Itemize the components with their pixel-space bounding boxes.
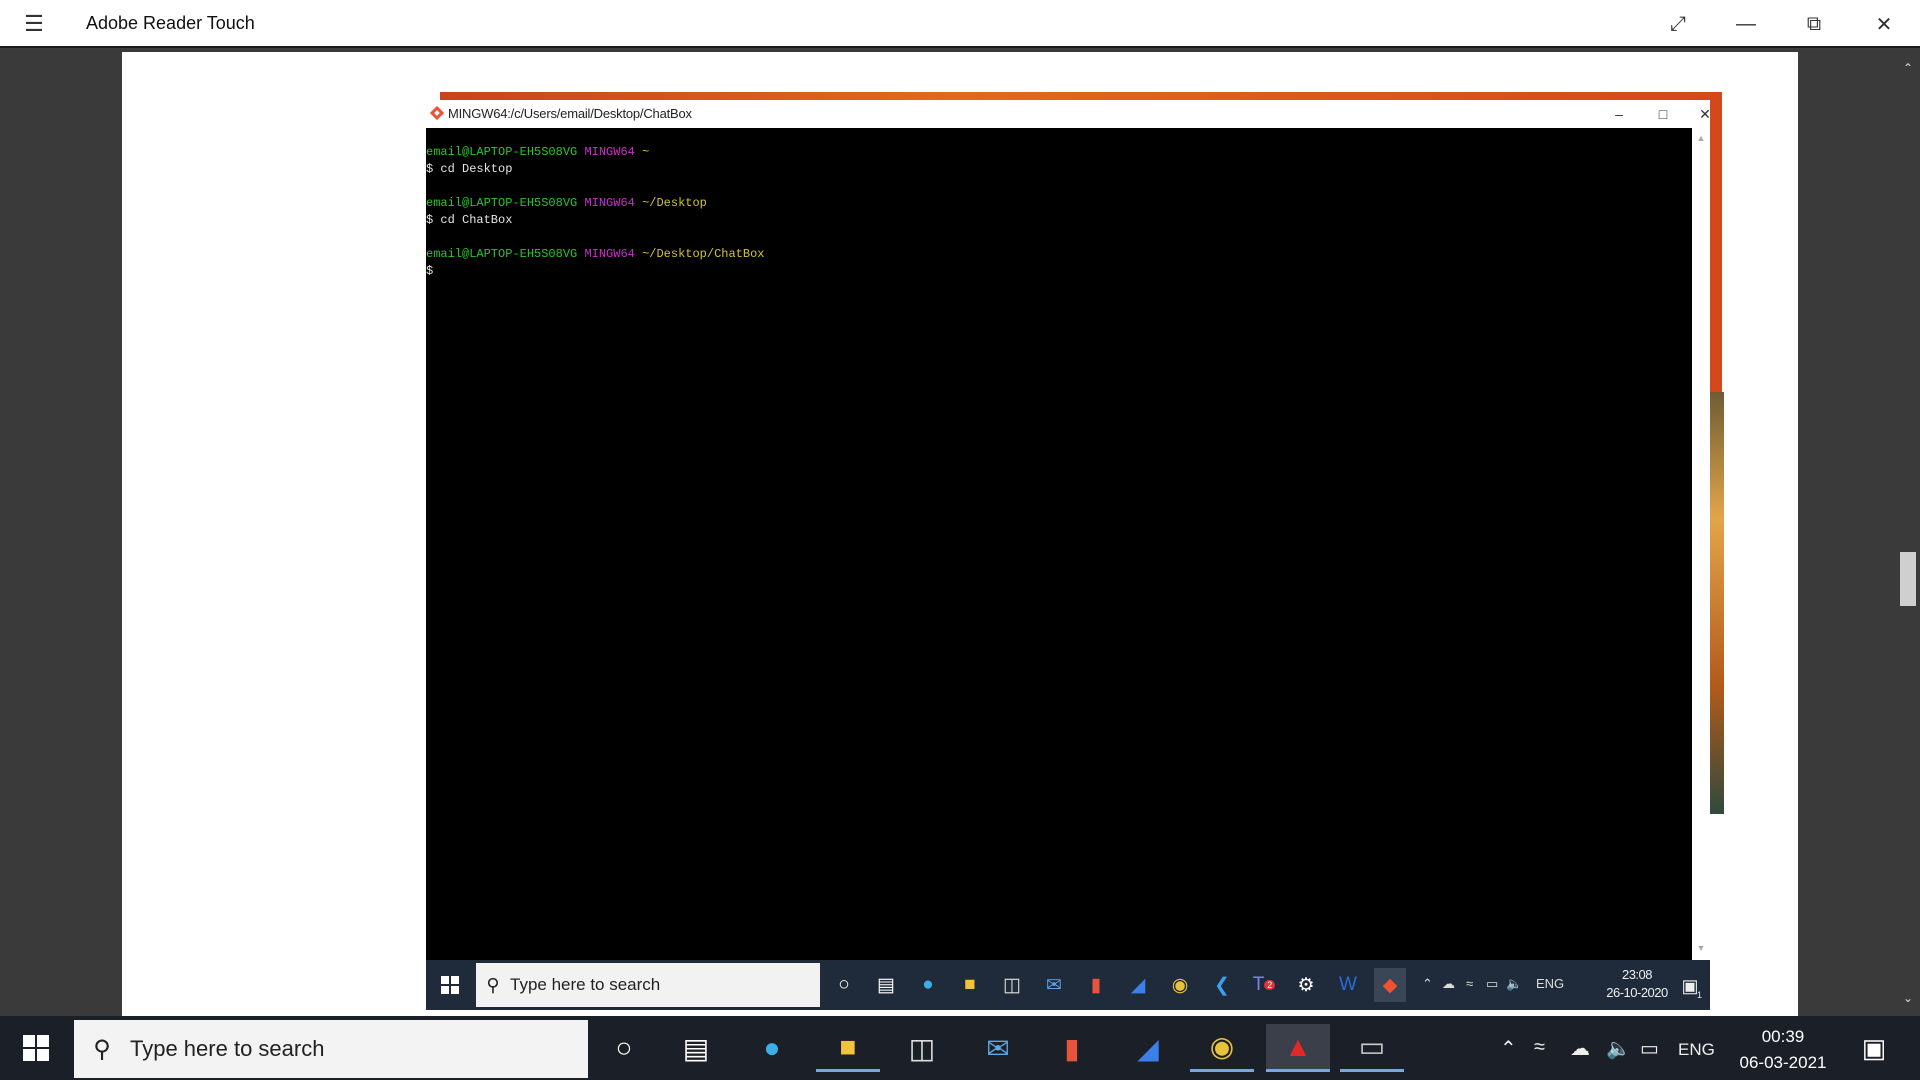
git-bash-window: MINGW64:/c/Users/email/Desktop/ChatBox –… <box>426 100 1711 1058</box>
scroll-up-icon: ▲ <box>1696 133 1706 143</box>
inner-vscode-icon: ❮ <box>1214 974 1230 996</box>
inner-cortana-icon: ○ <box>838 974 850 995</box>
taskbar-search-placeholder: Type here to search <box>130 1036 325 1061</box>
inner-volume-icon: 🔈 <box>1506 976 1523 991</box>
mail-icon[interactable]: ✉ <box>966 1024 1030 1072</box>
task-view-icon[interactable]: ▤ <box>664 1024 728 1072</box>
terminal-prompt-line: email@LAPTOP-EH5S08VG MINGW64 ~/Desktop <box>426 195 1692 212</box>
fullscreen-icon[interactable]: ⤢ <box>1644 0 1712 48</box>
viewer-scroll-up-icon[interactable]: ⌃ <box>1896 58 1920 78</box>
inner-taskbar: ⚲ Type here to search ○ ▤ ● ■ ◫ ✉ ▮ ◢ ◉ … <box>426 960 1710 1010</box>
inner-mail-icon: ✉ <box>1046 974 1062 996</box>
prompt-path: ~/Desktop/ChatBox <box>642 247 765 261</box>
scroll-down-icon: ▼ <box>1696 943 1706 953</box>
inner-tray-chevron-icon: ⌃ <box>1422 976 1433 991</box>
inner-windows-start-icon <box>426 960 474 1010</box>
prompt-path: ~/Desktop <box>642 196 707 210</box>
inner-shark-icon: ◢ <box>1130 974 1146 996</box>
app-titlebar: ☰ Adobe Reader Touch ⤢ — ⧉ ✕ <box>0 0 1920 48</box>
terminal-command-line: $ <box>426 264 434 278</box>
cortana-icon[interactable]: ○ <box>592 1024 656 1072</box>
inner-edge-icon: ● <box>922 974 934 995</box>
inner-notification-icon: ▣ 1 <box>1681 975 1702 1001</box>
inner-task-view-icon: ▤ <box>877 974 895 996</box>
hamburger-icon[interactable]: ☰ <box>14 10 54 38</box>
chrome-icon[interactable]: ◉ <box>1190 1024 1254 1072</box>
language-indicator[interactable]: ENG <box>1678 1040 1715 1060</box>
onedrive-icon[interactable]: ☁ <box>1570 1036 1590 1061</box>
taskbar-date: 06-03-2021 <box>1739 1053 1827 1072</box>
inner-date: 26-10-2020 <box>1606 985 1668 1000</box>
prompt-user: email@LAPTOP-EH5S08VG <box>426 247 578 261</box>
restore-icon[interactable]: ⧉ <box>1780 0 1848 48</box>
inner-settings-icon: ⚙ <box>1297 974 1315 996</box>
inner-notification-count: 1 <box>1696 990 1702 1000</box>
action-center-icon[interactable]: ▣ <box>1852 1030 1896 1066</box>
terminal-command-line: $ cd Desktop <box>426 162 513 176</box>
inner-battery-icon: ▭ <box>1486 976 1499 991</box>
tray-chevron-icon[interactable]: ⌃ <box>1500 1036 1517 1061</box>
inner-onedrive-icon: ☁ <box>1442 976 1455 991</box>
prompt-shell: MINGW64 <box>584 196 635 210</box>
taskbar-search-box[interactable]: ⚲ Type here to search <box>74 1020 588 1078</box>
taskbar-time: 00:39 <box>1761 1027 1805 1046</box>
terminal-command-line: $ cd ChatBox <box>426 213 513 227</box>
document-viewer: MINGW64:/c/Users/email/Desktop/ChatBox –… <box>0 50 1920 1058</box>
microsoft-store-icon[interactable]: ◫ <box>890 1024 954 1072</box>
inner-wifi-icon: ≈ <box>1466 976 1474 991</box>
inner-language: ENG <box>1536 976 1565 991</box>
terminal-prompt-line: email@LAPTOP-EH5S08VG MINGW64 ~/Desktop/… <box>426 246 1692 263</box>
app-title: Adobe Reader Touch <box>86 13 255 33</box>
volume-icon[interactable]: 🔈 <box>1606 1036 1631 1061</box>
search-icon: ⚲ <box>93 1035 111 1063</box>
inner-search-placeholder: Type here to search <box>510 975 661 994</box>
windows-taskbar: ⚲ Type here to search ○ ▤ ● ■ ◫ ✉ ▮ ◢ ◉ … <box>0 1016 1920 1080</box>
windows-start-icon[interactable] <box>0 1016 72 1080</box>
git-maximize-icon: □ <box>1658 106 1668 122</box>
terminal-scrollbar: ▲ ▼ <box>1692 128 1710 960</box>
wifi-icon[interactable]: ≈ <box>1534 1036 1545 1059</box>
inner-teams-icon: T2 <box>1248 968 1280 1002</box>
inner-store-icon: ◫ <box>1003 974 1021 996</box>
git-window-title: MINGW64:/c/Users/email/Desktop/ChatBox <box>448 106 692 121</box>
inner-clock: 23:08 26-10-2020 <box>1594 966 1680 1002</box>
inner-chrome-icon: ◉ <box>1171 974 1189 996</box>
git-minimize-icon: – <box>1615 106 1623 122</box>
inner-word-icon: W <box>1339 974 1357 995</box>
git-logo-icon <box>430 106 444 120</box>
prompt-path: ~ <box>642 145 650 159</box>
office-icon[interactable]: ▮ <box>1040 1024 1104 1072</box>
adobe-reader-icon[interactable]: ▲ <box>1266 1024 1330 1072</box>
viewer-scroll-thumb[interactable] <box>1900 552 1916 606</box>
inner-file-explorer-icon: ■ <box>964 974 976 995</box>
git-close-icon: ✕ <box>1699 105 1711 122</box>
inner-search-box: ⚲ Type here to search <box>476 963 820 1007</box>
terminal-prompt-line: email@LAPTOP-EH5S08VG MINGW64 ~ <box>426 144 1692 161</box>
viewer-scroll-down-icon[interactable]: ⌄ <box>1896 988 1920 1008</box>
inner-git-icon: ◆ <box>1374 968 1406 1002</box>
inner-teams-badge: 2 <box>1264 980 1276 990</box>
taskbar-clock[interactable]: 00:39 06-03-2021 <box>1720 1024 1846 1076</box>
file-explorer-icon[interactable]: ■ <box>816 1024 880 1072</box>
prompt-shell: MINGW64 <box>584 145 635 159</box>
inner-office-icon: ▮ <box>1090 974 1102 996</box>
battery-icon[interactable]: ▭ <box>1640 1036 1659 1061</box>
prompt-user: email@LAPTOP-EH5S08VG <box>426 145 578 159</box>
git-window-titlebar: MINGW64:/c/Users/email/Desktop/ChatBox –… <box>426 100 1711 128</box>
page-artwork-edge <box>1710 392 1724 814</box>
edge-icon[interactable]: ● <box>740 1024 804 1072</box>
close-icon[interactable]: ✕ <box>1850 0 1918 48</box>
pdf-page: MINGW64:/c/Users/email/Desktop/ChatBox –… <box>122 52 1798 1058</box>
terminal-icon[interactable]: ▭ <box>1340 1024 1404 1072</box>
prompt-user: email@LAPTOP-EH5S08VG <box>426 196 578 210</box>
inner-time: 23:08 <box>1621 967 1653 982</box>
wireshark-icon[interactable]: ◢ <box>1116 1024 1180 1072</box>
prompt-shell: MINGW64 <box>584 247 635 261</box>
minimize-icon[interactable]: — <box>1712 0 1780 48</box>
viewer-scrollbar[interactable]: ⌃ ⌄ <box>1896 50 1920 1016</box>
terminal-output: email@LAPTOP-EH5S08VG MINGW64 ~ $ cd Desk… <box>426 128 1692 960</box>
inner-search-icon: ⚲ <box>486 974 500 995</box>
